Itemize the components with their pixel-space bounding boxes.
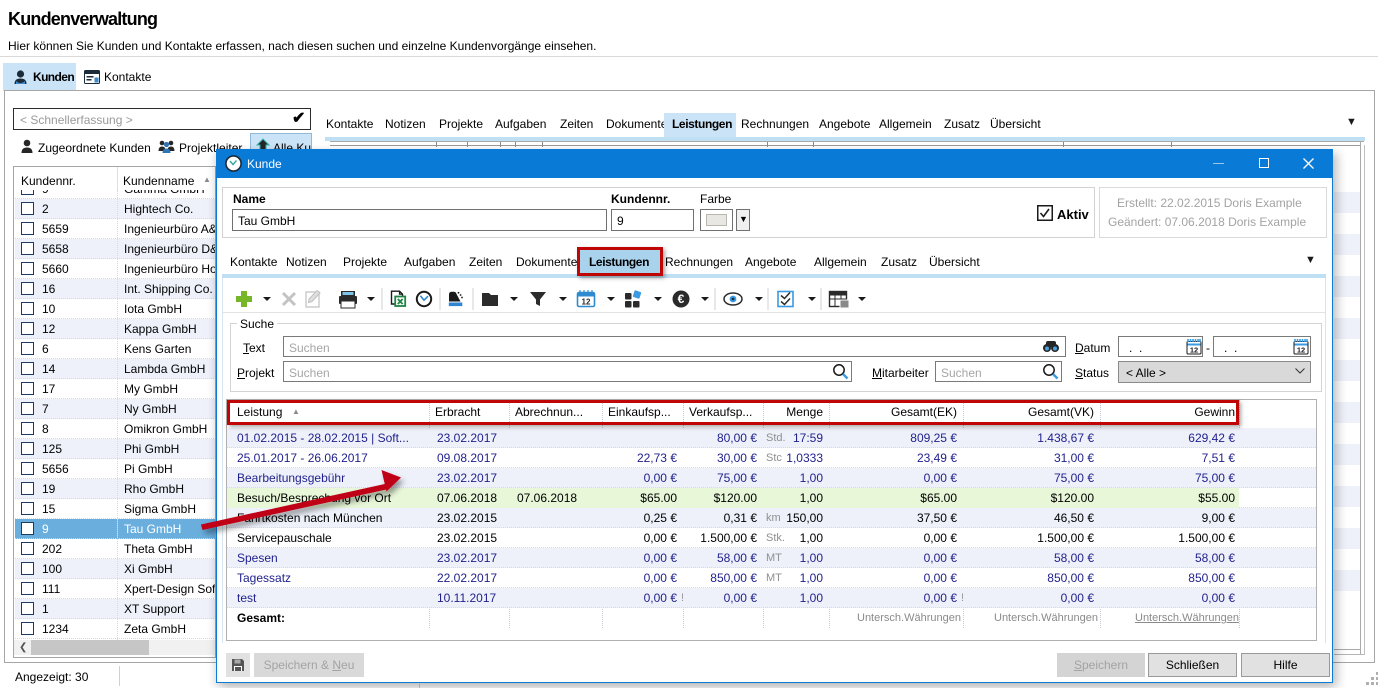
svg-text:12: 12 (1190, 346, 1198, 355)
svg-text:€: € (678, 292, 685, 306)
svg-text:12: 12 (582, 298, 591, 307)
svg-text:12: 12 (1297, 346, 1305, 355)
